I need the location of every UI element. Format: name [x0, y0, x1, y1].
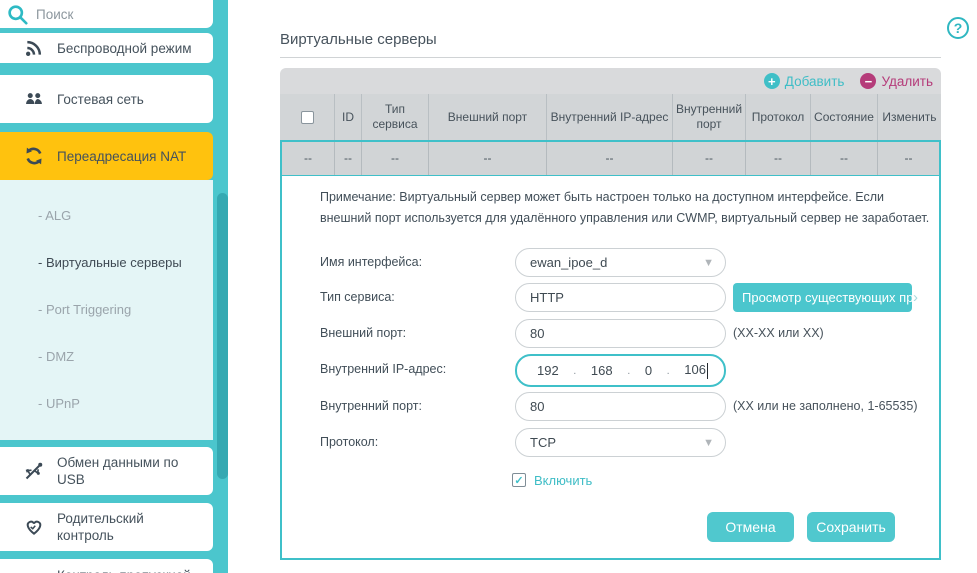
header-cell: Состояние — [810, 94, 877, 140]
search-input[interactable] — [36, 7, 186, 22]
row-cell: -- — [428, 142, 546, 175]
chevron-down-icon: ▼ — [703, 257, 714, 269]
ip-octet-1: 192 — [537, 363, 559, 378]
service-type-label: Тип сервиса: — [320, 290, 395, 304]
view-existing-apps-button[interactable]: Просмотр существующих приложений — [733, 283, 912, 312]
wifi-icon — [23, 37, 45, 59]
header-cell-checkbox — [280, 94, 334, 140]
enable-checkbox[interactable]: ✓ — [512, 473, 526, 487]
internal-port-label: Внутренний порт: — [320, 399, 422, 413]
ip-octet-2: 168 — [591, 363, 613, 378]
sidebar-item-label: Переадресация NAT — [57, 148, 186, 165]
header-cell: Протокол — [745, 94, 810, 140]
internal-port-field — [515, 392, 726, 421]
title-divider — [280, 57, 941, 58]
submenu-item-upnp[interactable]: - UPnP — [38, 396, 80, 411]
header-cell: Тип сервиса — [361, 94, 428, 140]
sidebar-item-label: Обмен данными по USB — [57, 454, 207, 488]
table-row: -- -- -- -- -- -- -- -- -- — [280, 140, 941, 177]
minus-icon: − — [860, 73, 876, 89]
add-button[interactable]: + Добавить — [764, 73, 845, 89]
help-icon[interactable]: ? — [947, 17, 969, 39]
header-cell: Внутренний IP-адрес — [546, 94, 672, 140]
ip-dot: . — [573, 365, 576, 377]
submenu-item-port-triggering[interactable]: - Port Triggering — [38, 302, 131, 317]
service-type-field — [515, 283, 726, 312]
internal-port-input[interactable] — [530, 399, 695, 414]
internal-ip-input[interactable]: 192 . 168 . 0 . 106 — [515, 354, 726, 387]
protocol-select[interactable]: TCP ▼ — [515, 428, 726, 457]
sidebar-item-parental-control[interactable]: Родительский контроль — [0, 503, 213, 551]
row-cell: -- — [810, 142, 877, 175]
enable-label[interactable]: Включить — [534, 473, 592, 488]
page-title: Виртуальные серверы — [280, 31, 437, 48]
table-header-row: ID Тип сервиса Внешний порт Внутренний I… — [280, 94, 941, 140]
clipped-chevron-icon: › — [913, 289, 918, 306]
select-all-checkbox[interactable] — [301, 111, 314, 124]
sidebar-item-wireless[interactable]: Беспроводной режим — [0, 33, 213, 63]
virtual-servers-page: Беспроводной режим Гостевая сеть Переадр… — [0, 0, 977, 573]
help-glyph: ? — [954, 20, 963, 36]
ip-octet-4: 106 — [684, 362, 708, 379]
ip-dot: . — [667, 365, 670, 377]
note-text: Примечание: Виртуальный сервер может быт… — [320, 187, 932, 229]
delete-button[interactable]: − Удалить — [860, 73, 933, 89]
bandwidth-icon — [23, 568, 45, 573]
ip-octet-3: 0 — [645, 363, 652, 378]
search-box[interactable] — [0, 0, 213, 28]
row-cell: -- — [282, 142, 334, 175]
row-cell: -- — [877, 142, 939, 175]
row-cell: -- — [546, 142, 672, 175]
row-cell: -- — [672, 142, 745, 175]
external-port-label: Внешний порт: — [320, 326, 406, 340]
sidebar-item-bandwidth-control[interactable]: Контроль пропускной способности — [0, 559, 213, 573]
usb-icon — [23, 460, 45, 482]
protocol-value: TCP — [530, 435, 556, 450]
nat-forwarding-icon — [23, 145, 45, 167]
add-button-label: Добавить — [785, 74, 845, 89]
row-cell: -- — [745, 142, 810, 175]
sidebar-item-label: Гостевая сеть — [57, 91, 144, 108]
submenu-item-virtual-servers[interactable]: - Виртуальные серверы — [38, 255, 182, 270]
external-port-field — [515, 319, 726, 348]
text-caret — [707, 363, 708, 379]
sidebar-item-guest-network[interactable]: Гостевая сеть — [0, 75, 213, 123]
search-icon — [7, 4, 28, 25]
interface-value: ewan_ipoe_d — [530, 255, 607, 270]
interface-label: Имя интерфейса: — [320, 255, 422, 269]
sidebar-item-label: Беспроводной режим — [57, 40, 192, 57]
plus-icon: + — [764, 73, 780, 89]
external-port-input[interactable] — [530, 326, 695, 341]
checkmark-icon: ✓ — [514, 474, 523, 487]
table-toolbar: + Добавить − Удалить — [280, 68, 941, 94]
save-button[interactable]: Сохранить — [807, 512, 895, 542]
sidebar-item-nat-forwarding[interactable]: Переадресация NAT — [0, 132, 213, 180]
sidebar-item-usb-sharing[interactable]: Обмен данными по USB — [0, 447, 213, 495]
parental-control-icon — [23, 516, 45, 538]
delete-button-label: Удалить — [881, 74, 933, 89]
header-cell: Внешний порт — [428, 94, 546, 140]
header-cell: Внутренний порт — [672, 94, 745, 140]
service-type-input[interactable] — [530, 290, 695, 305]
internal-port-hint: (XX или не заполнено, 1-65535) — [733, 399, 918, 413]
submenu-item-alg[interactable]: - ALG — [38, 208, 71, 223]
interface-select[interactable]: ewan_ipoe_d ▼ — [515, 248, 726, 277]
nat-submenu: - ALG - Виртуальные серверы - Port Trigg… — [0, 180, 213, 440]
cancel-button[interactable]: Отмена — [707, 512, 794, 542]
ip-dot: . — [627, 365, 630, 377]
chevron-down-icon: ▼ — [703, 437, 714, 449]
row-cell: -- — [334, 142, 361, 175]
row-cell: -- — [361, 142, 428, 175]
sidebar-item-label: Контроль пропускной способности — [57, 567, 207, 573]
guest-network-icon — [23, 88, 45, 110]
external-port-hint: (XX-XX или XX) — [733, 326, 824, 340]
header-cell: ID — [334, 94, 361, 140]
sidebar-item-label: Родительский контроль — [57, 510, 182, 544]
header-cell: Изменить — [877, 94, 941, 140]
sidebar-scrollbar-thumb[interactable] — [217, 193, 228, 479]
internal-ip-label: Внутренний IP-адрес: — [320, 362, 446, 376]
submenu-item-dmz[interactable]: - DMZ — [38, 349, 74, 364]
protocol-label: Протокол: — [320, 435, 378, 449]
